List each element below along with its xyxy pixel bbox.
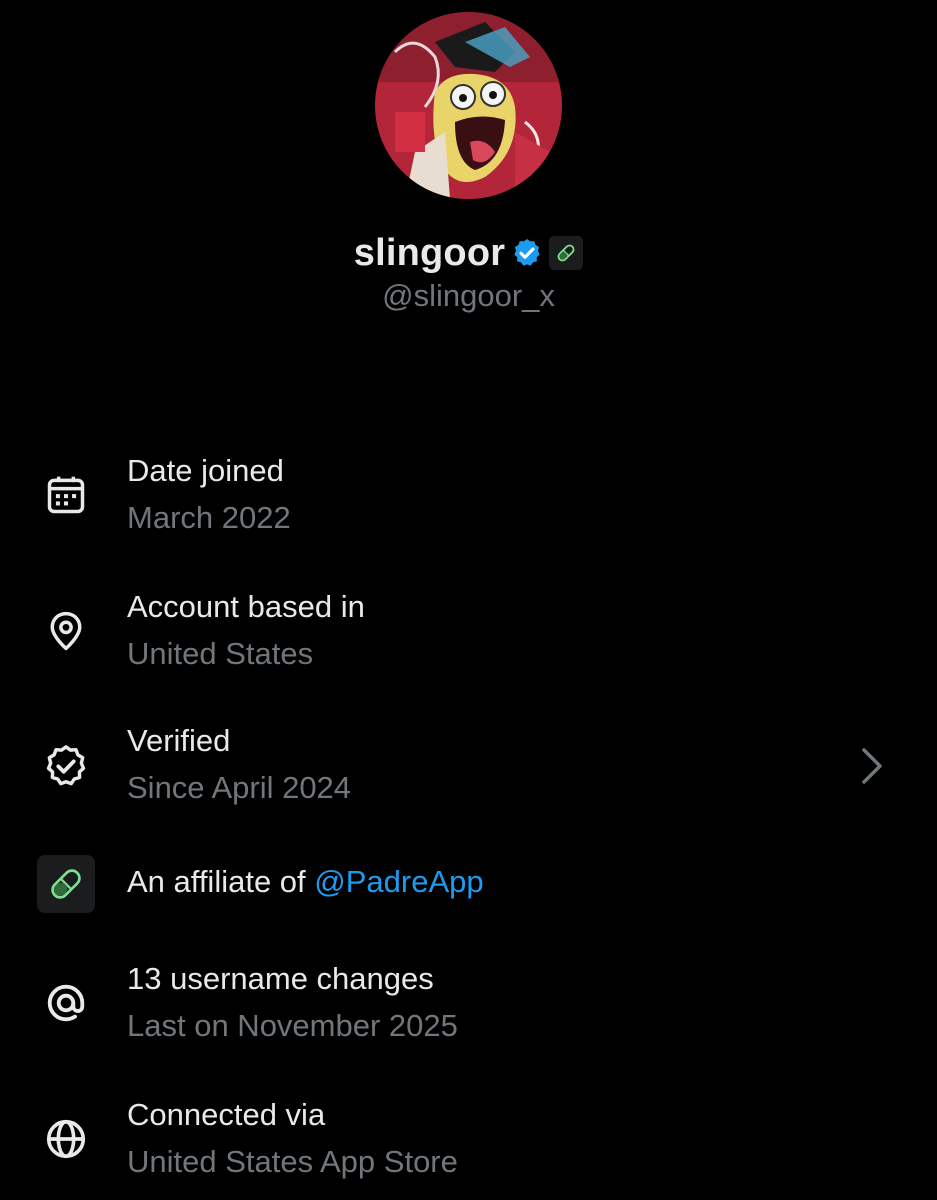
pill-icon xyxy=(36,854,96,914)
detail-verified[interactable]: Verified Since April 2024 xyxy=(0,720,937,820)
detail-date-joined: Date joined March 2022 xyxy=(0,450,937,550)
detail-username-changes: 13 username changes Last on November 202… xyxy=(0,958,937,1058)
verified-badge-icon xyxy=(36,736,96,796)
detail-value: United States xyxy=(127,636,314,671)
detail-title: Date joined xyxy=(127,453,284,488)
detail-account-based-in: Account based in United States xyxy=(0,586,937,686)
detail-title: Verified xyxy=(127,723,231,758)
detail-value: United States App Store xyxy=(127,1144,458,1179)
verified-badge-icon[interactable] xyxy=(511,237,543,269)
detail-value: March 2022 xyxy=(127,500,291,535)
affiliate-text: An affiliate of @PadreApp xyxy=(127,864,484,900)
chevron-right-icon[interactable] xyxy=(856,746,890,786)
display-name: slingoor xyxy=(353,231,506,274)
detail-value: Last on November 2025 xyxy=(127,1008,458,1043)
globe-icon xyxy=(36,1109,96,1169)
affiliate-badge[interactable] xyxy=(549,236,584,270)
detail-title: Connected via xyxy=(127,1097,326,1132)
affiliate-link[interactable]: @PadreApp xyxy=(314,864,483,899)
profile-avatar[interactable] xyxy=(375,12,562,199)
profile-name-row: slingoor xyxy=(0,225,937,281)
detail-value: Since April 2024 xyxy=(127,770,352,805)
affiliate-prefix: An affiliate of xyxy=(127,864,315,899)
profile-handle: @slingoor_x xyxy=(382,278,555,313)
detail-connected-via: Connected via United States App Store xyxy=(0,1094,937,1194)
detail-title: Account based in xyxy=(127,589,365,624)
avatar-image xyxy=(375,12,562,199)
location-pin-icon xyxy=(36,601,96,661)
calendar-icon xyxy=(36,465,96,525)
at-sign-icon xyxy=(36,973,96,1033)
detail-affiliate: An affiliate of @PadreApp xyxy=(0,852,937,916)
detail-title: 13 username changes xyxy=(127,961,434,996)
pill-icon xyxy=(549,236,584,270)
